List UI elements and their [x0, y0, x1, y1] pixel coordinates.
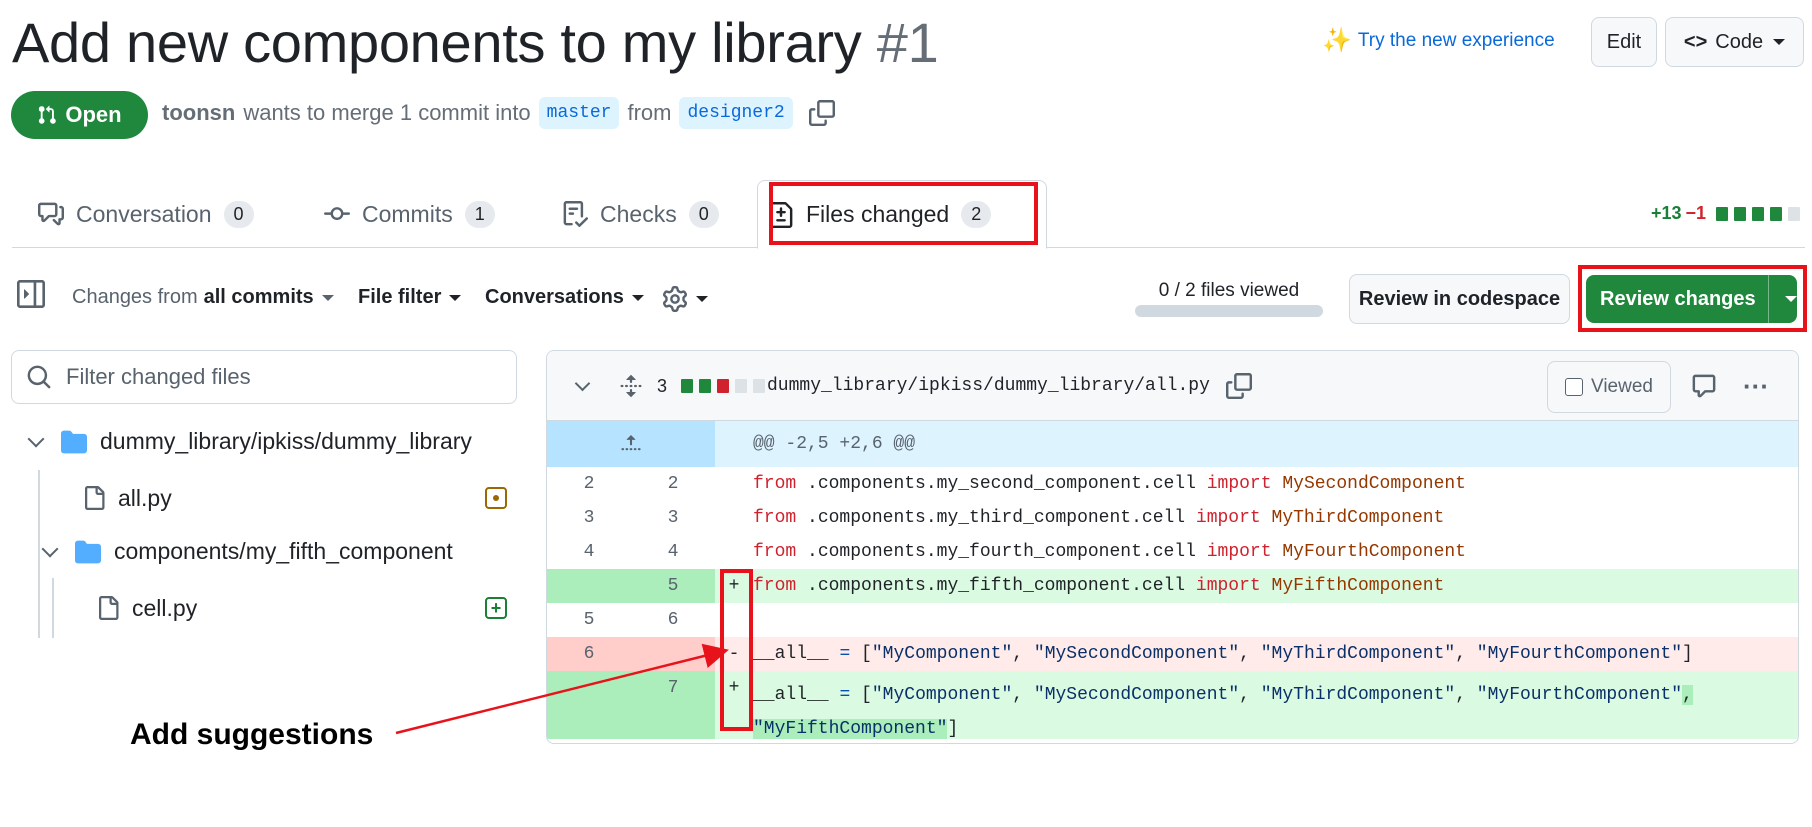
annotation-label: Add suggestions — [130, 718, 374, 751]
annotation-arrow — [395, 643, 729, 735]
